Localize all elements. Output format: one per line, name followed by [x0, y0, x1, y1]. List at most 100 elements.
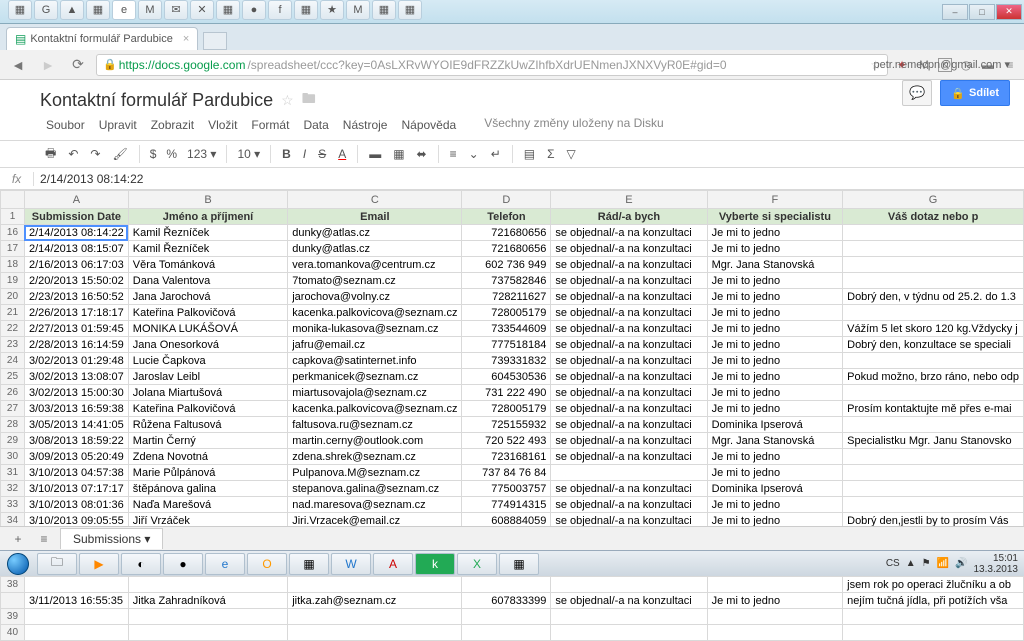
- cell[interactable]: [551, 577, 707, 593]
- cell[interactable]: [843, 241, 1024, 257]
- row-header[interactable]: 1: [1, 209, 25, 225]
- row-header[interactable]: 18: [1, 257, 25, 273]
- cell[interactable]: Mgr. Jana Stanovská: [707, 257, 843, 273]
- cell[interactable]: se objednal/-a na konzultaci: [551, 273, 707, 289]
- cell[interactable]: 728005179: [462, 401, 551, 417]
- address-bar[interactable]: 🔒 https://docs.google.com/spreadsheet/cc…: [96, 54, 888, 76]
- cell[interactable]: se objednal/-a na konzultaci: [551, 321, 707, 337]
- cell[interactable]: vera.tomankova@centrum.cz: [288, 257, 462, 273]
- undo-icon[interactable]: ↶: [63, 144, 83, 164]
- percent-button[interactable]: %: [162, 147, 181, 161]
- task-acrobat[interactable]: A: [373, 553, 413, 575]
- cell[interactable]: [128, 577, 287, 593]
- cell[interactable]: Pokud možno, brzo ráno, nebo odp: [843, 369, 1024, 385]
- redo-icon[interactable]: ↷: [85, 144, 105, 164]
- cell[interactable]: [551, 625, 707, 641]
- row-header[interactable]: 16: [1, 225, 25, 241]
- filter-icon[interactable]: ▽: [562, 144, 581, 164]
- menu-format[interactable]: Formát: [245, 116, 295, 134]
- paint-icon[interactable]: 🖌: [107, 144, 132, 164]
- menu-data[interactable]: Data: [297, 116, 334, 134]
- cell[interactable]: 3/02/2013 13:08:07: [24, 369, 128, 385]
- col-header[interactable]: C: [288, 191, 462, 209]
- header-cell[interactable]: Jméno a příjmení: [128, 209, 287, 225]
- header-cell[interactable]: Telefon: [462, 209, 551, 225]
- cell[interactable]: 3/05/2013 14:41:05: [24, 417, 128, 433]
- cell[interactable]: 720 522 493: [462, 433, 551, 449]
- cell[interactable]: 3/10/2013 07:17:17: [24, 481, 128, 497]
- cell[interactable]: Je mi to jedno: [707, 465, 843, 481]
- cell[interactable]: Je mi to jedno: [707, 449, 843, 465]
- tray-icon[interactable]: ⚑: [922, 558, 931, 569]
- cell[interactable]: [288, 609, 462, 625]
- window-maximize[interactable]: □: [969, 4, 995, 20]
- cell[interactable]: [24, 577, 128, 593]
- menu-help[interactable]: Nápověda: [395, 116, 462, 134]
- col-header[interactable]: G: [843, 191, 1024, 209]
- menu-tools[interactable]: Nástroje: [337, 116, 394, 134]
- wrap-icon[interactable]: ↵: [486, 144, 506, 164]
- strike-icon[interactable]: S: [313, 144, 331, 164]
- taskbar-thumb[interactable]: ★: [320, 0, 344, 20]
- halign-icon[interactable]: ≡: [445, 144, 462, 164]
- cell[interactable]: kacenka.palkovicova@seznam.cz: [288, 305, 462, 321]
- row-header[interactable]: 20: [1, 289, 25, 305]
- folder-icon[interactable]: 🖿: [302, 88, 316, 112]
- comments-button[interactable]: 💬: [902, 80, 932, 106]
- row-header[interactable]: 38: [1, 577, 25, 593]
- borders-icon[interactable]: ▦: [388, 144, 409, 164]
- tray-clock[interactable]: 15:01 13.3.2013: [974, 553, 1019, 575]
- cell[interactable]: 607833399: [462, 593, 551, 609]
- cell[interactable]: se objednal/-a na konzultaci: [551, 337, 707, 353]
- tray-network-icon[interactable]: 📶: [937, 558, 949, 569]
- cell[interactable]: Mgr. Jana Stanovská: [707, 433, 843, 449]
- cell[interactable]: 725155932: [462, 417, 551, 433]
- taskbar-thumb[interactable]: f: [268, 0, 292, 20]
- cell[interactable]: Je mi to jedno: [707, 353, 843, 369]
- cell[interactable]: stepanova.galina@seznam.cz: [288, 481, 462, 497]
- cell[interactable]: [707, 577, 843, 593]
- cell[interactable]: [843, 273, 1024, 289]
- task-chrome[interactable]: ●: [163, 553, 203, 575]
- cell[interactable]: Naďa Marešová: [128, 497, 287, 513]
- cell[interactable]: 721680656: [462, 225, 551, 241]
- cell[interactable]: dunky@atlas.cz: [288, 241, 462, 257]
- cell[interactable]: [707, 625, 843, 641]
- cell[interactable]: Věra Tománková: [128, 257, 287, 273]
- fill-color-icon[interactable]: ▬: [364, 144, 386, 164]
- merge-icon[interactable]: ⬌: [412, 144, 432, 164]
- cell[interactable]: [462, 609, 551, 625]
- all-sheets-button[interactable]: ≡: [34, 530, 54, 548]
- cell[interactable]: 3/10/2013 04:57:38: [24, 465, 128, 481]
- taskbar-thumb[interactable]: ▦: [86, 0, 110, 20]
- cell[interactable]: [288, 577, 462, 593]
- taskbar-thumb[interactable]: ▦: [398, 0, 422, 20]
- task-app[interactable]: k: [415, 553, 455, 575]
- font-size[interactable]: 10 ▾: [233, 147, 264, 161]
- menu-edit[interactable]: Upravit: [93, 116, 143, 134]
- functions-icon[interactable]: Σ: [542, 144, 559, 164]
- cell[interactable]: Dobrý den, v týdnu od 25.2. do 1.3: [843, 289, 1024, 305]
- cell[interactable]: Je mi to jedno: [707, 369, 843, 385]
- cell[interactable]: 3/11/2013 16:55:35: [24, 593, 128, 609]
- cell[interactable]: Je mi to jedno: [707, 321, 843, 337]
- account-email[interactable]: petr.nemecpn@gmail.com ▾: [873, 58, 1010, 71]
- cell[interactable]: 777518184: [462, 337, 551, 353]
- taskbar-thumb-chrome[interactable]: e: [112, 0, 136, 20]
- cell[interactable]: se objednal/-a na konzultaci: [551, 369, 707, 385]
- cell[interactable]: nejím tučná jídla, při potížích vša: [843, 593, 1024, 609]
- row-header[interactable]: 26: [1, 385, 25, 401]
- cell[interactable]: [843, 385, 1024, 401]
- cell[interactable]: se objednal/-a na konzultaci: [551, 289, 707, 305]
- cell[interactable]: 7tomato@seznam.cz: [288, 273, 462, 289]
- cell[interactable]: 3/09/2013 05:20:49: [24, 449, 128, 465]
- cell[interactable]: Růžena Faltusová: [128, 417, 287, 433]
- taskbar-thumb[interactable]: G: [34, 0, 58, 20]
- cell[interactable]: martin.cerny@outlook.com: [288, 433, 462, 449]
- cell[interactable]: Jaroslav Leibl: [128, 369, 287, 385]
- cell[interactable]: 723168161: [462, 449, 551, 465]
- cell[interactable]: jarochova@volny.cz: [288, 289, 462, 305]
- cell[interactable]: Je mi to jedno: [707, 401, 843, 417]
- cell[interactable]: faltusova.ru@seznam.cz: [288, 417, 462, 433]
- cell[interactable]: [843, 305, 1024, 321]
